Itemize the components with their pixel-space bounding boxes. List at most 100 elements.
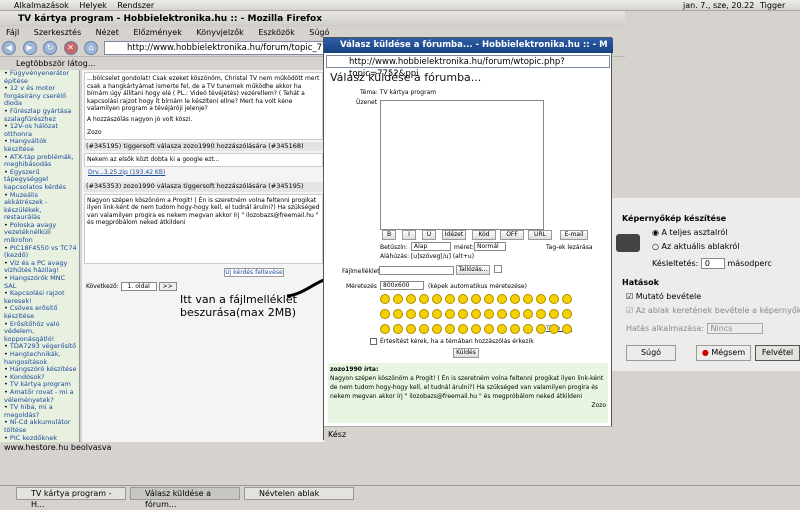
send-button[interactable]: Küldés [453, 348, 479, 358]
include-pointer-checkbox[interactable]: ☑ Mutató bevétele [626, 292, 701, 301]
menu-edit[interactable]: Szerkesztés [34, 28, 81, 37]
delay-spinner[interactable]: 0 [700, 258, 725, 269]
message-textarea[interactable] [380, 100, 544, 230]
close-tags-link[interactable]: Tag-ek lezárása [546, 244, 593, 251]
smiley-icon[interactable] [523, 324, 533, 334]
bookmark-most-visited[interactable]: Legtöbbször látog... [16, 59, 95, 68]
smiley-icon[interactable] [380, 309, 390, 319]
menu-history[interactable]: Előzmények [133, 28, 181, 37]
smiley-icon[interactable] [458, 294, 468, 304]
sidebar-item[interactable]: Hangtechnikák, hangosítások [0, 350, 79, 366]
smiley-icon[interactable] [445, 294, 455, 304]
smiley-icon[interactable] [562, 309, 572, 319]
task-screenshot[interactable]: Névtelen ablak [244, 487, 354, 500]
sidebar-item[interactable]: Poloska avagy vezetéknélküli mikrofon [0, 221, 79, 245]
smiley-icon[interactable] [406, 294, 416, 304]
notify-checkbox[interactable] [370, 338, 377, 345]
smiley-icon[interactable] [484, 324, 494, 334]
sidebar-item[interactable]: Ni-Cd akkumulátor töltése [0, 418, 79, 434]
places-menu[interactable]: Helyek [79, 1, 106, 10]
smiley-icon[interactable] [445, 309, 455, 319]
smiley-icon[interactable] [393, 324, 403, 334]
smiley-icon[interactable] [419, 309, 429, 319]
smiley-icon[interactable] [497, 309, 507, 319]
apps-menu[interactable]: Alkalmazások [14, 1, 69, 10]
sidebar-item[interactable]: Csöves erősítő készítése [0, 305, 79, 320]
sidebar-item[interactable]: Egyszerű tápegységgel kapcsolatos kérdés [0, 168, 79, 192]
sidebar-item[interactable]: Hangszórók MNC SAL [0, 274, 79, 290]
menu-file[interactable]: Fájl [6, 28, 19, 37]
sidebar-item[interactable]: ATX-táp problémák, meghibásodás [0, 153, 79, 169]
clock[interactable]: jan. 7., sze, 20.22 [683, 0, 754, 11]
menu-help[interactable]: Súgó [309, 28, 329, 37]
format-button[interactable]: Idézet [442, 230, 466, 240]
smiley-icon[interactable] [510, 294, 520, 304]
smiley-icon[interactable] [497, 324, 507, 334]
smiley-icon[interactable] [406, 309, 416, 319]
size-select[interactable]: Normál [474, 242, 506, 251]
smiley-icon[interactable] [432, 294, 442, 304]
smiley-icon[interactable] [458, 324, 468, 334]
format-button[interactable]: I [402, 230, 416, 240]
format-button[interactable]: U [422, 230, 436, 240]
forward-icon[interactable]: ▶ [22, 41, 37, 55]
smiley-icon[interactable] [536, 294, 546, 304]
smiley-icon[interactable] [432, 309, 442, 319]
smiley-icon[interactable] [445, 324, 455, 334]
task-reply-window[interactable]: Válasz küldése a fórum... [130, 487, 240, 509]
smiley-icon[interactable] [458, 309, 468, 319]
font-color-select[interactable]: Alap [411, 242, 451, 251]
smiley-icon[interactable] [523, 294, 533, 304]
sidebar-item[interactable]: PIC18F4550 vs TC74 (kezdő) [0, 244, 79, 260]
browse-button[interactable]: Tallózás... [456, 265, 490, 275]
smiley-icon[interactable] [393, 309, 403, 319]
sidebar-item[interactable]: Hangváltók készítése [0, 137, 79, 153]
sidebar-item[interactable]: 12V-os hálózat otthonra [0, 122, 79, 138]
help-button[interactable]: Súgó [626, 345, 676, 361]
resize-select[interactable]: 800x600 [380, 281, 424, 290]
smiley-icon[interactable] [562, 324, 572, 334]
menu-bookmarks[interactable]: Könyvjelzők [196, 28, 243, 37]
option-window[interactable]: ○ Az aktuális ablakról [652, 242, 740, 251]
stop-icon[interactable]: ✕ [63, 41, 78, 55]
capture-button[interactable]: Felvétel [755, 345, 800, 361]
format-button[interactable]: B [382, 230, 396, 240]
attachment-input[interactable] [379, 266, 454, 275]
format-button[interactable]: Kód [472, 230, 496, 240]
user-menu[interactable]: Tigger [760, 0, 785, 11]
smiley-icon[interactable] [380, 294, 390, 304]
page-select[interactable]: 1. oldal [120, 282, 157, 291]
smiley-icon[interactable] [510, 324, 520, 334]
smiley-icon[interactable] [471, 309, 481, 319]
sidebar-item[interactable]: 12 v és motor forgásirány cserélő dioda [0, 84, 79, 108]
smiley-icon[interactable] [549, 309, 559, 319]
option-desktop[interactable]: ◉ A teljes asztalról [652, 228, 727, 237]
smiley-icon[interactable] [549, 294, 559, 304]
smiley-icon[interactable] [523, 309, 533, 319]
format-button[interactable]: URL [528, 230, 552, 240]
smiley-icon[interactable] [471, 294, 481, 304]
smiley-icon[interactable] [497, 294, 507, 304]
smiley-icon[interactable] [419, 324, 429, 334]
sidebar-item[interactable]: Fügyvényenerátor építése [0, 70, 79, 85]
pager-go-button[interactable]: >> [158, 282, 177, 291]
home-icon[interactable]: ⌂ [84, 41, 99, 55]
smiley-icon[interactable] [510, 309, 520, 319]
format-button[interactable]: OFF [500, 230, 524, 240]
include-border-checkbox[interactable]: ☑ Az ablak keretének bevétele a képernyő… [626, 306, 800, 315]
sidebar-item[interactable]: Amatőr rovat - mi a véleményetek? [0, 388, 79, 404]
smiley-icon[interactable] [536, 324, 546, 334]
cancel-button[interactable]: ● Mégsem [696, 345, 751, 361]
sidebar-item[interactable]: Erősítőhöz való védelem, kopponásgátló! [0, 320, 79, 344]
effect-select[interactable]: Nincs [706, 323, 764, 334]
smiley-icon[interactable] [562, 294, 572, 304]
sidebar-item[interactable]: Viz és a PC avagy vízhűtés házilag! [0, 259, 79, 275]
smiley-icon[interactable] [549, 324, 559, 334]
smiley-icon[interactable] [432, 324, 442, 334]
smiley-icon[interactable] [380, 324, 390, 334]
new-question-link[interactable]: Új kérdés feltevése [224, 267, 284, 277]
url-bar[interactable]: http://www.hobbielektronika.hu/forum/top… [104, 41, 360, 55]
help-icon[interactable] [494, 265, 502, 273]
smiley-icon[interactable] [393, 294, 403, 304]
attachment-link[interactable]: Drv...3.25.zip (193.42 KB) [88, 169, 319, 177]
